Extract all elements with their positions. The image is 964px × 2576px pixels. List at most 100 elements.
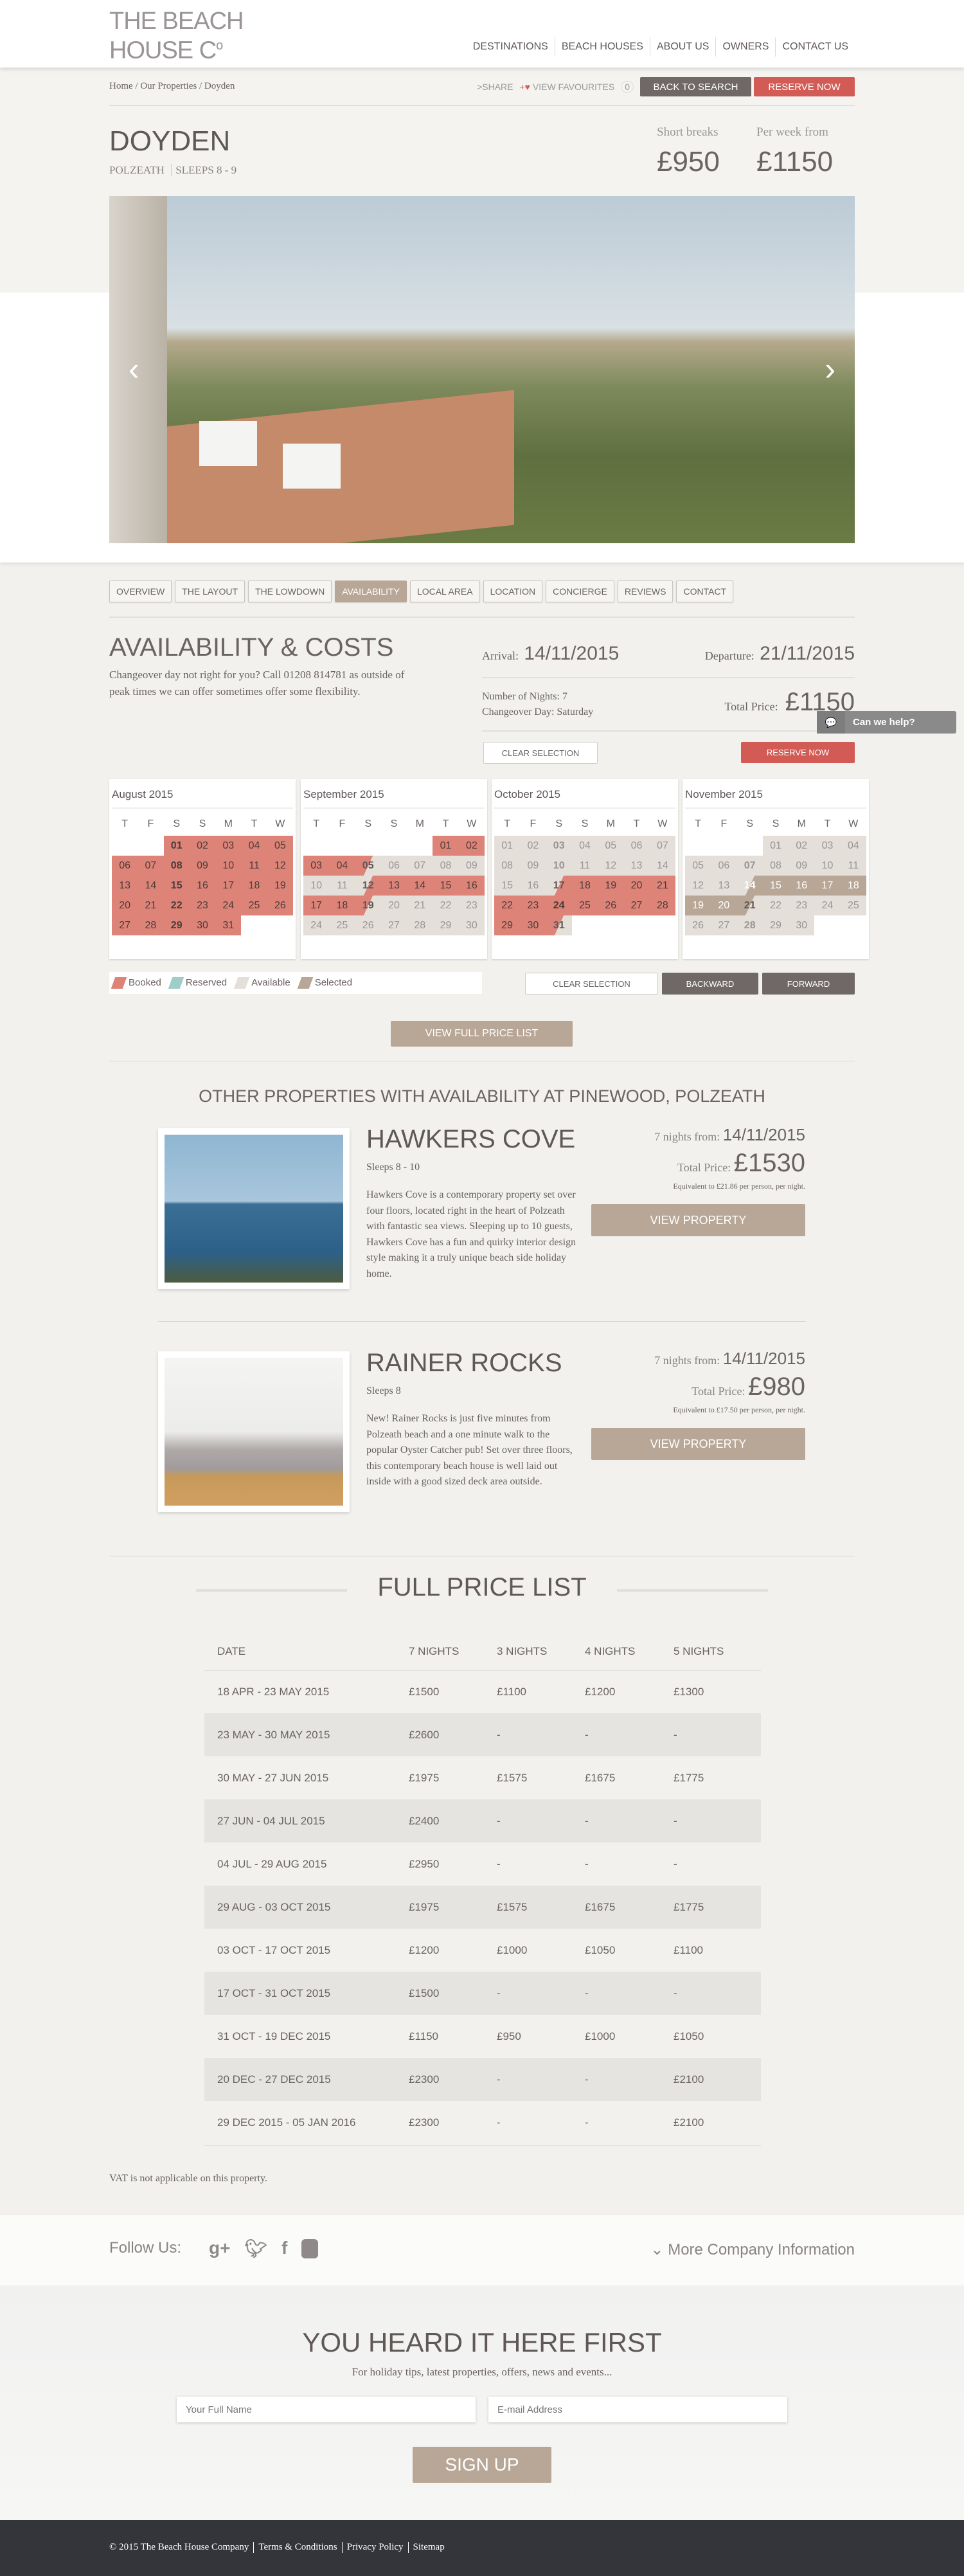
calendar-day[interactable]: 28 bbox=[407, 915, 433, 935]
calendar-day[interactable]: 22 bbox=[762, 896, 789, 915]
calendar-day[interactable]: 22 bbox=[163, 896, 190, 915]
calendar-day[interactable]: 13 bbox=[112, 876, 138, 896]
tab-concierge[interactable]: CONCIERGE bbox=[546, 581, 614, 602]
calendar-day[interactable]: 11 bbox=[329, 876, 355, 896]
breadcrumb[interactable]: Home / Our Properties / Doyden bbox=[109, 81, 235, 92]
back-to-search-button[interactable]: BACK TO SEARCH bbox=[640, 77, 751, 96]
calendar-day[interactable]: 23 bbox=[789, 896, 815, 915]
calendar-day[interactable]: 24 bbox=[303, 915, 330, 935]
clear-selection-button[interactable]: CLEAR SELECTION bbox=[483, 742, 598, 764]
calendar-day[interactable]: 30 bbox=[458, 915, 485, 935]
calendar-day[interactable]: 29 bbox=[163, 915, 190, 935]
calendar-day[interactable]: 22 bbox=[433, 896, 459, 915]
calendar-day[interactable]: 16 bbox=[189, 876, 216, 896]
property-name[interactable]: RAINER ROCKS bbox=[366, 1349, 582, 1378]
calendar-day[interactable]: 17 bbox=[546, 876, 572, 896]
view-property-button[interactable]: VIEW PROPERTY bbox=[591, 1204, 805, 1236]
calendar-day[interactable]: 29 bbox=[433, 915, 459, 935]
tab-location[interactable]: LOCATION bbox=[483, 581, 543, 602]
tab-reviews[interactable]: REVIEWS bbox=[617, 581, 674, 602]
calendar-day[interactable]: 30 bbox=[789, 915, 815, 935]
calendar-day[interactable]: 17 bbox=[303, 896, 330, 915]
privacy-link[interactable]: Privacy Policy bbox=[341, 2542, 408, 2553]
carousel-next-icon[interactable]: › bbox=[825, 350, 835, 388]
tab-overview[interactable]: OVERVIEW bbox=[109, 581, 172, 602]
calendar-day[interactable]: 20 bbox=[380, 896, 407, 915]
calendar-day[interactable]: 15 bbox=[762, 876, 789, 896]
calendar-day[interactable]: 09 bbox=[458, 856, 485, 876]
calendar-day[interactable]: 21 bbox=[649, 876, 675, 896]
calendar-day[interactable]: 07 bbox=[736, 856, 763, 876]
calendar-clear-selection-button[interactable]: CLEAR SELECTION bbox=[525, 973, 658, 995]
calendar-day[interactable]: 10 bbox=[546, 856, 572, 876]
calendar-day[interactable]: 16 bbox=[789, 876, 815, 896]
calendar-day[interactable]: 18 bbox=[571, 876, 598, 896]
calendar-day[interactable]: 14 bbox=[138, 876, 164, 896]
calendar-day[interactable]: 21 bbox=[736, 896, 763, 915]
calendar-day[interactable]: 08 bbox=[494, 856, 521, 876]
calendar-day[interactable]: 01 bbox=[163, 836, 190, 856]
calendar-day[interactable]: 03 bbox=[303, 856, 330, 876]
hawkers-cove-image[interactable] bbox=[158, 1128, 350, 1289]
calendar-day[interactable]: 23 bbox=[458, 896, 485, 915]
calendar-day[interactable]: 18 bbox=[241, 876, 267, 896]
twitter-icon[interactable]: 🐦︎ bbox=[244, 2238, 267, 2259]
calendar-day[interactable]: 23 bbox=[189, 896, 216, 915]
sitemap-link[interactable]: Sitemap bbox=[407, 2542, 449, 2553]
calendar-day[interactable]: 20 bbox=[112, 896, 138, 915]
calendar-day[interactable]: 12 bbox=[685, 876, 711, 896]
reserve-now-button[interactable]: RESERVE NOW bbox=[741, 742, 855, 763]
nav-contact-us[interactable]: CONTACT US bbox=[775, 37, 855, 57]
tab-the-layout[interactable]: THE LAYOUT bbox=[175, 581, 245, 602]
calendar-day[interactable]: 13 bbox=[380, 876, 407, 896]
full-name-input[interactable] bbox=[177, 2397, 476, 2422]
calendar-day[interactable]: 12 bbox=[355, 876, 381, 896]
nav-owners[interactable]: OWNERS bbox=[715, 37, 775, 57]
calendar-day[interactable]: 15 bbox=[433, 876, 459, 896]
terms-link[interactable]: Terms & Conditions bbox=[253, 2542, 341, 2553]
calendar-day[interactable]: 30 bbox=[520, 915, 546, 935]
calendar-day[interactable]: 26 bbox=[685, 915, 711, 935]
calendar-day[interactable]: 03 bbox=[546, 836, 572, 856]
view-full-price-list-button[interactable]: VIEW FULL PRICE LIST bbox=[391, 1021, 573, 1047]
calendar-day[interactable]: 31 bbox=[546, 915, 572, 935]
calendar-day[interactable]: 18 bbox=[840, 876, 866, 896]
calendar-day[interactable]: 03 bbox=[215, 836, 242, 856]
calendar-day[interactable]: 27 bbox=[380, 915, 407, 935]
calendar-day[interactable]: 25 bbox=[840, 896, 866, 915]
calendar-day[interactable]: 04 bbox=[329, 856, 355, 876]
calendar-day[interactable]: 09 bbox=[189, 856, 216, 876]
calendar-day[interactable]: 02 bbox=[520, 836, 546, 856]
calendar-day[interactable]: 05 bbox=[685, 856, 711, 876]
view-property-button[interactable]: VIEW PROPERTY bbox=[591, 1428, 805, 1460]
calendar-day[interactable]: 28 bbox=[138, 915, 164, 935]
calendar-day[interactable]: 21 bbox=[138, 896, 164, 915]
calendar-day[interactable]: 21 bbox=[407, 896, 433, 915]
calendar-day[interactable]: 27 bbox=[112, 915, 138, 935]
calendar-day[interactable]: 06 bbox=[112, 856, 138, 876]
calendar-day[interactable]: 09 bbox=[789, 856, 815, 876]
calendar-day[interactable]: 04 bbox=[571, 836, 598, 856]
calendar-day[interactable]: 23 bbox=[520, 896, 546, 915]
calendar-forward-button[interactable]: FORWARD bbox=[762, 973, 855, 995]
tab-local-area[interactable]: LOCAL AREA bbox=[409, 581, 480, 602]
calendar-day[interactable]: 16 bbox=[458, 876, 485, 896]
calendar-day[interactable]: 30 bbox=[189, 915, 216, 935]
calendar-day[interactable]: 20 bbox=[623, 876, 650, 896]
sign-up-button[interactable]: SIGN UP bbox=[413, 2447, 551, 2483]
calendar-day[interactable]: 14 bbox=[407, 876, 433, 896]
calendar-day[interactable]: 11 bbox=[571, 856, 598, 876]
calendar-day[interactable]: 11 bbox=[840, 856, 866, 876]
calendar-day[interactable]: 24 bbox=[215, 896, 242, 915]
calendar-day[interactable]: 19 bbox=[685, 896, 711, 915]
nav-about-us[interactable]: ABOUT US bbox=[649, 37, 716, 57]
calendar-day[interactable]: 17 bbox=[814, 876, 841, 896]
calendar-day[interactable]: 07 bbox=[407, 856, 433, 876]
calendar-day[interactable]: 03 bbox=[814, 836, 841, 856]
calendar-day[interactable]: 27 bbox=[623, 896, 650, 915]
calendar-day[interactable]: 29 bbox=[494, 915, 521, 935]
calendar-day[interactable]: 26 bbox=[267, 896, 293, 915]
calendar-day[interactable]: 07 bbox=[138, 856, 164, 876]
calendar-day[interactable]: 08 bbox=[762, 856, 789, 876]
calendar-day[interactable]: 19 bbox=[267, 876, 293, 896]
